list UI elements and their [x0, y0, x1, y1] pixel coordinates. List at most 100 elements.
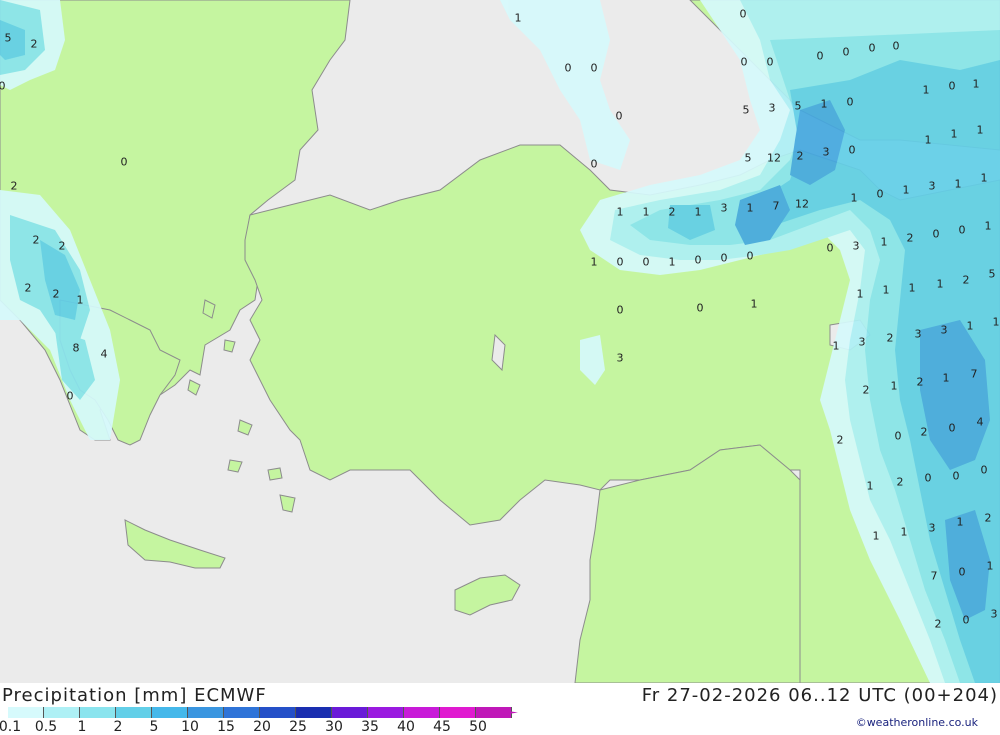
precip-value: 3 [940, 323, 948, 337]
credit-link[interactable]: ©weatheronline.co.uk [856, 716, 978, 729]
precip-value: 0 [894, 429, 902, 443]
precip-value: 1 [980, 171, 988, 185]
precip-value: 1 [976, 123, 984, 137]
precip-value: 1 [668, 255, 676, 269]
precip-value: 0 [720, 251, 728, 265]
precip-value: 1 [882, 283, 890, 297]
legend-swatch [116, 707, 152, 718]
precip-value: 7 [930, 569, 938, 583]
precip-value: 0 [958, 565, 966, 579]
legend-swatch [368, 707, 404, 718]
precip-value: 5 [744, 151, 752, 165]
precip-value: 2 [916, 375, 924, 389]
precip-value: 1 [642, 205, 650, 219]
precip-value: 0 [0, 79, 6, 93]
precip-value: 1 [880, 235, 888, 249]
legend-swatch [404, 707, 440, 718]
precip-value: 8 [72, 341, 80, 355]
precip-value: 0 [642, 255, 650, 269]
legend-swatch [80, 707, 116, 718]
precip-value: 3 [914, 327, 922, 341]
precip-value: 0 [868, 41, 876, 55]
precip-value: 7 [772, 199, 780, 213]
precip-value: 0 [948, 79, 956, 93]
legend-swatch [224, 707, 260, 718]
precip-value: 7 [970, 367, 978, 381]
legend-swatch [188, 707, 224, 718]
precip-value: 0 [962, 613, 970, 627]
legend-arrow-icon [480, 707, 518, 718]
precip-value: 0 [826, 241, 834, 255]
precip-value: 0 [842, 45, 850, 59]
precip-value: 3 [928, 521, 936, 535]
precip-value: 2 [862, 383, 870, 397]
precip-value: 3 [720, 201, 728, 215]
precip-value: 2 [920, 425, 928, 439]
precip-value: 3 [852, 239, 860, 253]
precip-value: 1 [956, 515, 964, 529]
precip-value: 0 [746, 249, 754, 263]
precip-value: 1 [922, 83, 930, 97]
precip-value: 1 [514, 11, 522, 25]
precip-value: 0 [590, 61, 598, 75]
precip-value: 0 [932, 227, 940, 241]
precip-value: 0 [848, 143, 856, 157]
precip-value: 0 [846, 95, 854, 109]
precip-value: 0 [952, 469, 960, 483]
precip-value: 0 [766, 55, 774, 69]
precip-value: 2 [24, 281, 32, 295]
precip-value: 2 [32, 233, 40, 247]
legend-labels: 0.1 0.5 1 2 5 10 15 20 25 30 35 40 45 50 [0, 719, 520, 735]
precip-value: 5 [742, 103, 750, 117]
precip-value: 2 [896, 475, 904, 489]
precip-value: 1 [76, 293, 84, 307]
precip-value: 1 [924, 133, 932, 147]
precip-value: 1 [616, 205, 624, 219]
precip-value: 1 [942, 371, 950, 385]
precip-value: 1 [900, 525, 908, 539]
legend-swatch [8, 707, 44, 718]
legend-swatch [440, 707, 476, 718]
precip-value: 0 [958, 223, 966, 237]
precip-value: 1 [694, 205, 702, 219]
precip-value: 1 [866, 479, 874, 493]
precip-value: 1 [984, 219, 992, 233]
precip-value: 2 [30, 37, 38, 51]
precip-value: 2 [10, 179, 18, 193]
precip-value: 0 [948, 421, 956, 435]
precip-value: 1 [992, 315, 1000, 329]
precip-value: 1 [872, 529, 880, 543]
precip-value: 1 [950, 127, 958, 141]
precip-value: 2 [962, 273, 970, 287]
precip-value: 1 [850, 191, 858, 205]
precip-value: 1 [902, 183, 910, 197]
precip-value: 1 [590, 255, 598, 269]
precip-value: 0 [876, 187, 884, 201]
precip-value: 3 [928, 179, 936, 193]
legend-swatch [260, 707, 296, 718]
precip-value: 0 [696, 301, 704, 315]
precip-value: 12 [795, 197, 809, 211]
precip-value: 4 [100, 347, 108, 361]
precip-value: 0 [615, 109, 623, 123]
precip-value: 0 [564, 61, 572, 75]
precip-value: 2 [796, 149, 804, 163]
precip-value: 3 [858, 335, 866, 349]
legend-swatch [296, 707, 332, 718]
precip-value: 3 [768, 101, 776, 115]
precip-value: 0 [924, 471, 932, 485]
precip-value: 0 [616, 255, 624, 269]
precip-value: 0 [616, 303, 624, 317]
precip-value: 2 [886, 331, 894, 345]
precip-value: 1 [972, 77, 980, 91]
precip-value: 1 [908, 281, 916, 295]
precip-value: 3 [822, 145, 830, 159]
precip-value: 1 [890, 379, 898, 393]
precip-value: 2 [906, 231, 914, 245]
precip-value: 0 [980, 463, 988, 477]
precip-value: 1 [936, 277, 944, 291]
precip-value: 1 [750, 297, 758, 311]
precip-value: 0 [590, 157, 598, 171]
precip-value: 0 [66, 389, 74, 403]
precip-value: 0 [739, 7, 747, 21]
